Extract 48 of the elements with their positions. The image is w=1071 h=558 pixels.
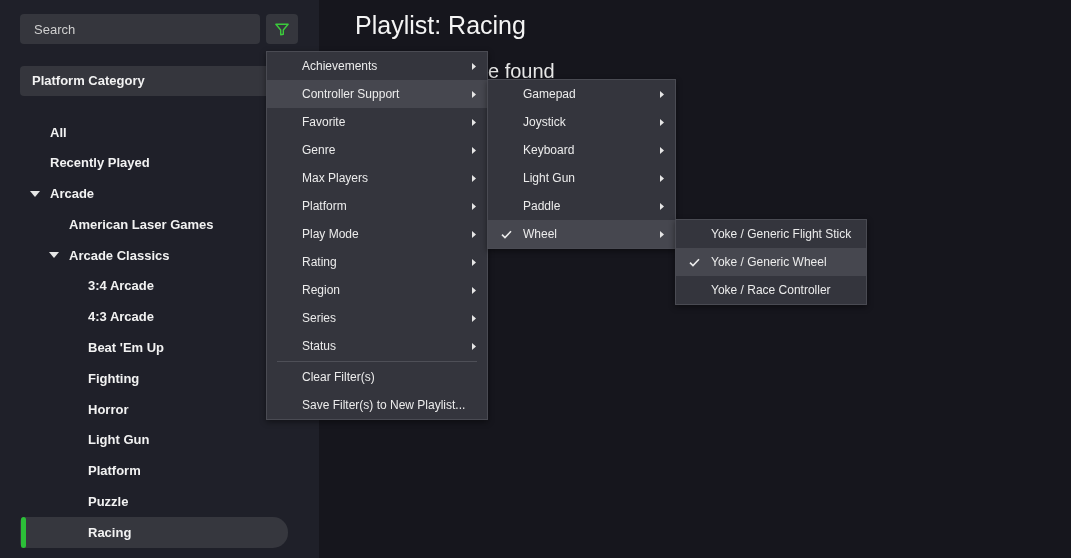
search-field[interactable]: Search [20,14,260,44]
submenu-caret-icon [472,314,476,322]
submenu-caret-icon [660,230,664,238]
menu-item[interactable]: Wheel [488,220,675,248]
tree-item[interactable]: Racing [20,516,288,548]
submenu-caret-icon [472,174,476,182]
expand-caret-icon [30,190,40,197]
submenu-caret-icon [472,342,476,350]
selection-indicator [21,516,26,548]
tree-item[interactable]: Light Gun [20,424,288,456]
menu-item[interactable]: Series [267,304,487,332]
submenu-caret-icon [660,90,664,98]
menu-item[interactable]: Gamepad [488,80,675,108]
submenu-caret-icon [472,202,476,210]
menu-item[interactable]: Region [267,276,487,304]
menu-item[interactable]: Genre [267,136,487,164]
playlist-title: Playlist: Racing [355,10,526,40]
submenu-caret-icon [660,146,664,154]
tree-item[interactable]: Puzzle [20,486,288,517]
menu-item[interactable]: Controller Support [267,80,487,108]
menu-item[interactable]: Keyboard [488,136,675,164]
submenu-caret-icon [660,202,664,210]
submenu-caret-icon [472,230,476,238]
submenu-caret-icon [660,118,664,126]
check-icon [501,229,512,239]
menu-item[interactable]: Paddle [488,192,675,220]
submenu-caret-icon [472,286,476,294]
menu-item[interactable]: Yoke / Generic Wheel [676,248,866,276]
menu-item[interactable]: Yoke / Race Controller [676,276,866,304]
check-icon [689,257,700,267]
submenu-caret-icon [660,174,664,182]
filter-icon [275,22,289,36]
tree-item[interactable]: Platform [20,455,288,487]
menu-item[interactable]: Clear Filter(s) [267,363,487,391]
empty-message: e found [488,61,555,81]
menu-item[interactable]: Status [267,332,487,360]
submenu-caret-icon [472,62,476,70]
menu-item[interactable]: Joystick [488,108,675,136]
submenu-caret-icon [472,90,476,98]
submenu-caret-icon [472,118,476,126]
filter-button[interactable] [266,14,298,44]
expand-caret-icon [49,252,59,259]
submenu-caret-icon [472,146,476,154]
menu-item[interactable]: Light Gun [488,164,675,192]
menu-item[interactable]: Favorite [267,108,487,136]
submenu-caret-icon [472,258,476,266]
menu-item[interactable]: Yoke / Generic Flight Stick [676,220,866,248]
menu-item[interactable]: Save Filter(s) to New Playlist... [267,391,487,419]
